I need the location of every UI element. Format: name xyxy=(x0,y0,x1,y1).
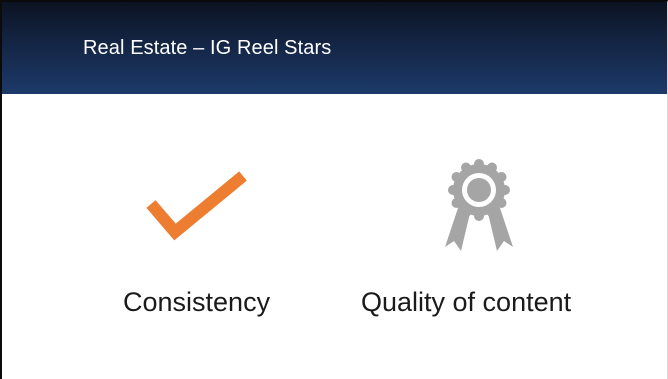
consistency-label: Consistency xyxy=(123,287,271,317)
title-bar: Real Estate – IG Reel Stars xyxy=(2,2,667,94)
award-ribbon-icon xyxy=(441,155,517,259)
slide-title: Real Estate – IG Reel Stars xyxy=(83,37,332,59)
quality-of-content-label: Quality of content xyxy=(361,287,572,317)
slide: Real Estate – IG Reel Stars Consistency xyxy=(0,0,668,379)
checkmark-icon xyxy=(145,170,249,244)
